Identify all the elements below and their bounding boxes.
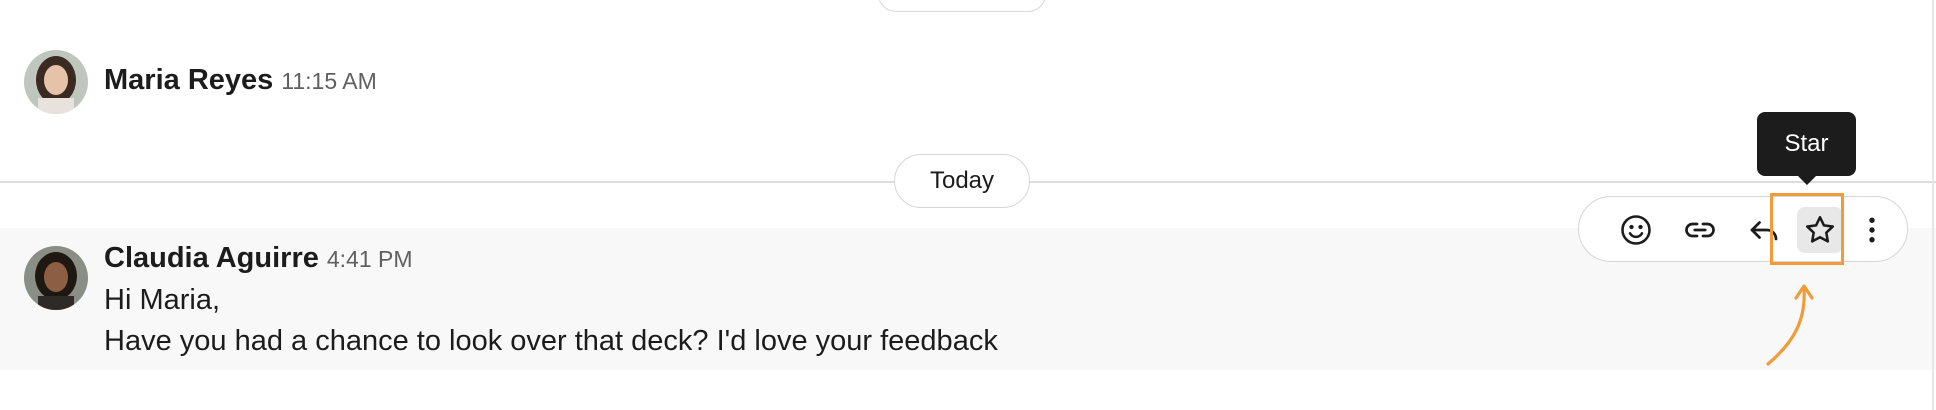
message-text-line: Hi Maria, bbox=[104, 284, 221, 316]
message-header: Claudia Aguirre 4:41 PM bbox=[104, 242, 413, 275]
timestamp[interactable]: 11:15 AM bbox=[281, 68, 376, 94]
tooltip: Star bbox=[1757, 112, 1856, 185]
author-name[interactable]: Maria Reyes bbox=[104, 64, 273, 96]
more-actions-button[interactable] bbox=[1849, 207, 1895, 253]
message-text-line: Have you had a chance to look over that … bbox=[104, 325, 998, 357]
smile-icon bbox=[1621, 215, 1651, 245]
scrollbar-track bbox=[1932, 0, 1934, 410]
highlight-box-annotation bbox=[1770, 193, 1844, 265]
author-name[interactable]: Claudia Aguirre bbox=[104, 242, 319, 274]
previous-day-divider-pill bbox=[878, 0, 1046, 12]
annotation-arrow-icon bbox=[1766, 284, 1814, 366]
day-divider-pill[interactable]: Today bbox=[894, 154, 1030, 208]
message-actions-toolbar bbox=[1578, 196, 1908, 262]
more-vertical-icon bbox=[1869, 217, 1875, 243]
avatar[interactable] bbox=[24, 50, 88, 114]
message-maria: Maria Reyes 11:15 AM bbox=[0, 44, 1936, 124]
timestamp[interactable]: 4:41 PM bbox=[327, 246, 413, 272]
copy-link-button[interactable] bbox=[1677, 207, 1723, 253]
add-reaction-button[interactable] bbox=[1613, 207, 1659, 253]
link-icon bbox=[1685, 222, 1715, 238]
avatar[interactable] bbox=[24, 246, 88, 310]
message-header: Maria Reyes 11:15 AM bbox=[104, 64, 377, 97]
